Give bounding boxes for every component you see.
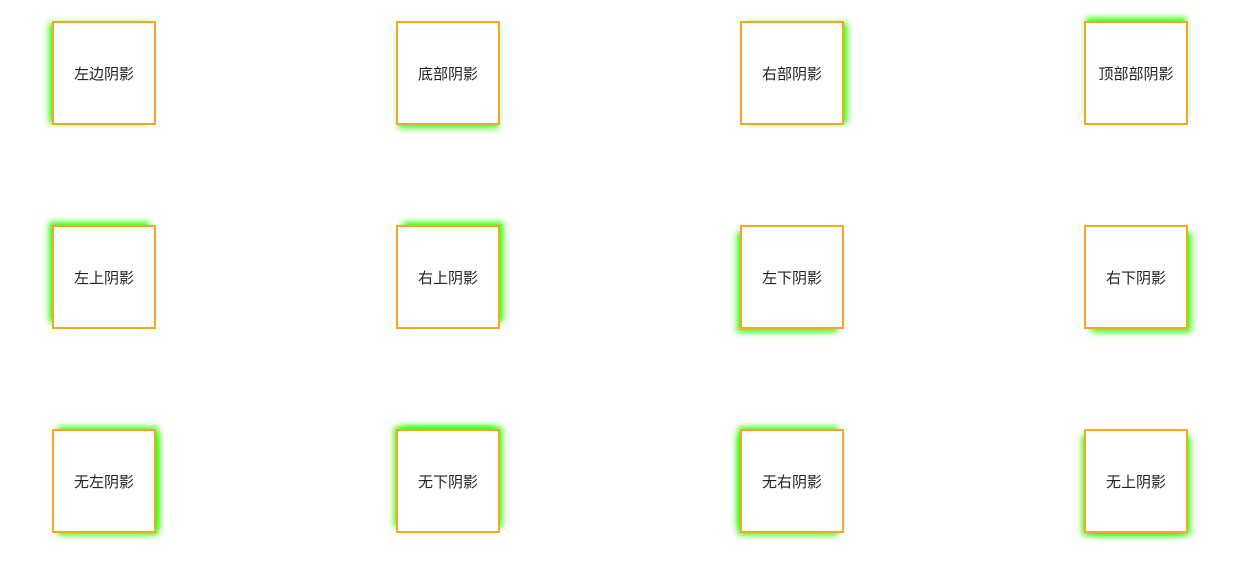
box-label: 左边阴影 [73,64,134,83]
box-label: 右下阴影 [1105,268,1166,287]
box-label: 无右阴影 [761,472,822,491]
box-bottom-left-shadow: 左下阴影 [740,225,844,329]
box-label: 无上阴影 [1105,472,1166,491]
box-left-shadow: 左边阴影 [52,21,156,125]
box-label: 顶部部阴影 [1098,64,1174,83]
box-label: 左上阴影 [73,268,134,287]
shadow-demo-grid: 左边阴影 底部阴影 右部阴影 顶部部阴影 左上阴影 右上阴影 左下阴影 右下阴影… [0,0,1248,571]
box-no-bottom-shadow: 无下阴影 [396,429,500,533]
box-top-right-shadow: 右上阴影 [396,225,500,329]
box-right-shadow: 右部阴影 [740,21,844,125]
box-no-left-shadow: 无左阴影 [52,429,156,533]
box-top-shadow: 顶部部阴影 [1084,21,1188,125]
box-label: 左下阴影 [761,268,822,287]
box-label: 右上阴影 [417,268,478,287]
box-no-top-shadow: 无上阴影 [1084,429,1188,533]
box-no-right-shadow: 无右阴影 [740,429,844,533]
box-top-left-shadow: 左上阴影 [52,225,156,329]
box-label: 无左阴影 [73,472,134,491]
box-label: 右部阴影 [761,64,822,83]
box-bottom-shadow: 底部阴影 [396,21,500,125]
box-bottom-right-shadow: 右下阴影 [1084,225,1188,329]
box-label: 无下阴影 [417,472,478,491]
box-label: 底部阴影 [417,64,478,83]
